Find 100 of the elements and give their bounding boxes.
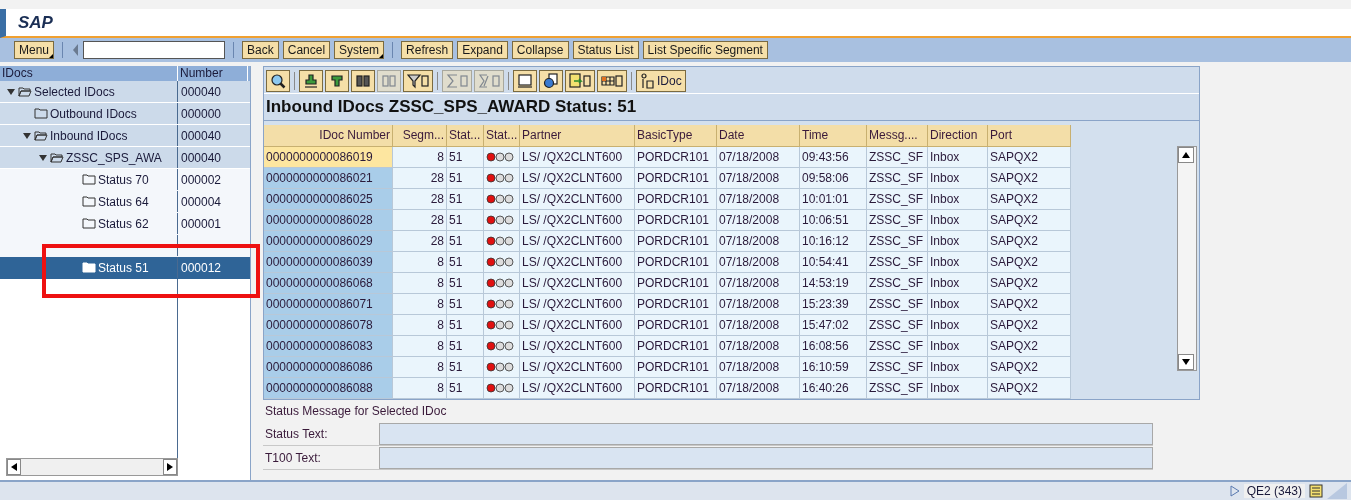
toolbar-icon-button[interactable] <box>266 70 290 92</box>
column-header[interactable]: IDoc Number <box>264 125 393 147</box>
table-cell: 51 <box>447 378 484 399</box>
down-arrow-icon[interactable] <box>1182 359 1190 365</box>
idoc-number-cell[interactable]: 0000000000086071 <box>264 294 393 315</box>
expand-triangle-icon[interactable] <box>22 131 32 140</box>
toolbar-button[interactable]: Cancel <box>282 41 331 59</box>
toolbar-icon-button[interactable] <box>299 70 323 92</box>
tree-row[interactable]: Selected IDocs 000040 <box>0 81 250 103</box>
idoc-number-cell[interactable]: 0000000000086019 <box>264 147 393 168</box>
toolbar-icon-button[interactable] <box>403 70 433 92</box>
column-header[interactable]: Direction <box>928 125 988 147</box>
toolbar-button[interactable]: Collapse <box>511 41 569 59</box>
count-text: 000012 <box>180 260 223 275</box>
toolbar-icon-button[interactable] <box>351 70 375 92</box>
table-cell: 07/18/2008 <box>717 252 800 273</box>
column-header[interactable]: Segm... <box>393 125 447 147</box>
table-cell: 8 <box>393 336 447 357</box>
triangle-right-icon[interactable] <box>1229 485 1240 497</box>
right-arrow-icon[interactable] <box>167 463 173 471</box>
column-header[interactable]: Date <box>717 125 800 147</box>
up-arrow-icon[interactable] <box>1182 152 1190 158</box>
toolbar-icon-button[interactable] <box>325 70 349 92</box>
toolbar-button[interactable]: Menu <box>14 41 55 59</box>
table-cell: LS/ /QX2CLNT600 <box>520 378 635 399</box>
toolbar-button[interactable]: Back <box>242 41 279 59</box>
traffic-light-icon <box>486 383 516 393</box>
idoc-number-cell[interactable]: 0000000000086028 <box>264 210 393 231</box>
count-text: 000001 <box>180 216 223 231</box>
traffic-light-icon <box>486 299 516 309</box>
table-cell: 15:47:02 <box>800 315 867 336</box>
toolbar-button[interactable]: System <box>334 41 385 59</box>
count-text: 000000 <box>180 106 223 121</box>
table-cell: LS/ /QX2CLNT600 <box>520 168 635 189</box>
idoc-number-cell[interactable]: 0000000000086083 <box>264 336 393 357</box>
tree-row[interactable]: Outbound IDocs 000000 <box>0 103 250 125</box>
column-header[interactable]: Port <box>988 125 1071 147</box>
toolbar-button[interactable]: Expand <box>457 41 508 59</box>
column-header[interactable]: Partner <box>520 125 635 147</box>
tree-row[interactable]: Status 51 000012 <box>0 257 250 279</box>
tree-row[interactable]: Status 64 000004 <box>0 191 250 213</box>
idoc-number-cell[interactable]: 0000000000086078 <box>264 315 393 336</box>
idoc-number-cell[interactable]: 0000000000086021 <box>264 168 393 189</box>
command-field[interactable] <box>83 41 226 59</box>
count-text: 000040 <box>180 128 223 143</box>
idoc-number-cell[interactable]: 0000000000086025 <box>264 189 393 210</box>
table-cell: 28 <box>393 210 447 231</box>
table-cell: ZSSC_SF <box>867 315 928 336</box>
traffic-light-icon <box>486 194 516 204</box>
tree-row[interactable]: ZSSC_SPS_AWA 000040 <box>0 147 250 169</box>
text-field[interactable] <box>379 422 1153 445</box>
tree-row[interactable]: Inbound IDocs 000040 <box>0 125 250 147</box>
resize-grip-icon[interactable] <box>1327 483 1347 499</box>
folder-icon <box>82 196 96 207</box>
idoc-number-cell[interactable]: 0000000000086029 <box>264 231 393 252</box>
open-folder-icon <box>34 130 48 141</box>
table-cell: SAPQX2 <box>988 231 1071 252</box>
count-text: 000040 <box>180 150 223 165</box>
column-header[interactable]: BasicType <box>635 125 717 147</box>
table-cell: 16:10:59 <box>800 357 867 378</box>
left-arrow-icon[interactable] <box>11 463 17 471</box>
toolbar-icon-button[interactable]: IDoc <box>636 70 686 92</box>
horizontal-scrollbar[interactable] <box>6 458 178 476</box>
text-field[interactable] <box>379 446 1153 469</box>
toolbar-button[interactable]: Refresh <box>401 41 454 59</box>
column-header[interactable]: Stat... <box>484 125 520 147</box>
tree-row[interactable]: Status 62 000001 <box>0 213 250 235</box>
table-cell: 8 <box>393 147 447 168</box>
idoc-number-cell[interactable]: 0000000000086086 <box>264 357 393 378</box>
tree-node-label: Inbound IDocs <box>50 128 128 143</box>
table-cell: PORDCR101 <box>635 357 717 378</box>
table-cell: Inbox <box>928 315 988 336</box>
document-icon[interactable] <box>1309 484 1323 498</box>
column-header[interactable]: Messg.... <box>867 125 928 147</box>
toolbar-button[interactable]: Status List <box>572 41 639 59</box>
column-header[interactable]: Time <box>800 125 867 147</box>
table-cell: Inbox <box>928 252 988 273</box>
vertical-scrollbar[interactable] <box>1177 146 1197 371</box>
idoc-number-cell[interactable]: 0000000000086068 <box>264 273 393 294</box>
traffic-light-icon <box>486 236 516 246</box>
toolbar-icon-button[interactable] <box>513 70 537 92</box>
table-cell: SAPQX2 <box>988 315 1071 336</box>
toolbar-icon-button[interactable] <box>597 70 627 92</box>
expand-triangle-icon[interactable] <box>6 87 16 96</box>
idoc-number-cell[interactable]: 0000000000086039 <box>264 252 393 273</box>
folder-icon <box>82 218 96 229</box>
table-cell: Inbox <box>928 336 988 357</box>
table-cell: 8 <box>393 273 447 294</box>
table-cell: ZSSC_SF <box>867 147 928 168</box>
count-text: 000002 <box>180 172 223 187</box>
table-cell: LS/ /QX2CLNT600 <box>520 294 635 315</box>
expand-triangle-icon[interactable] <box>38 153 48 162</box>
toolbar-button[interactable]: List Specific Segment <box>642 41 768 59</box>
tree-node-label: ZSSC_SPS_AWA <box>66 150 162 165</box>
idoc-number-cell[interactable]: 0000000000086088 <box>264 378 393 399</box>
table-cell: ZSSC_SF <box>867 210 928 231</box>
toolbar-icon-button[interactable] <box>539 70 563 92</box>
table-cell: LS/ /QX2CLNT600 <box>520 189 635 210</box>
tree-row[interactable]: Status 70 000002 <box>0 169 250 191</box>
column-header[interactable]: Stat... <box>447 125 484 147</box>
